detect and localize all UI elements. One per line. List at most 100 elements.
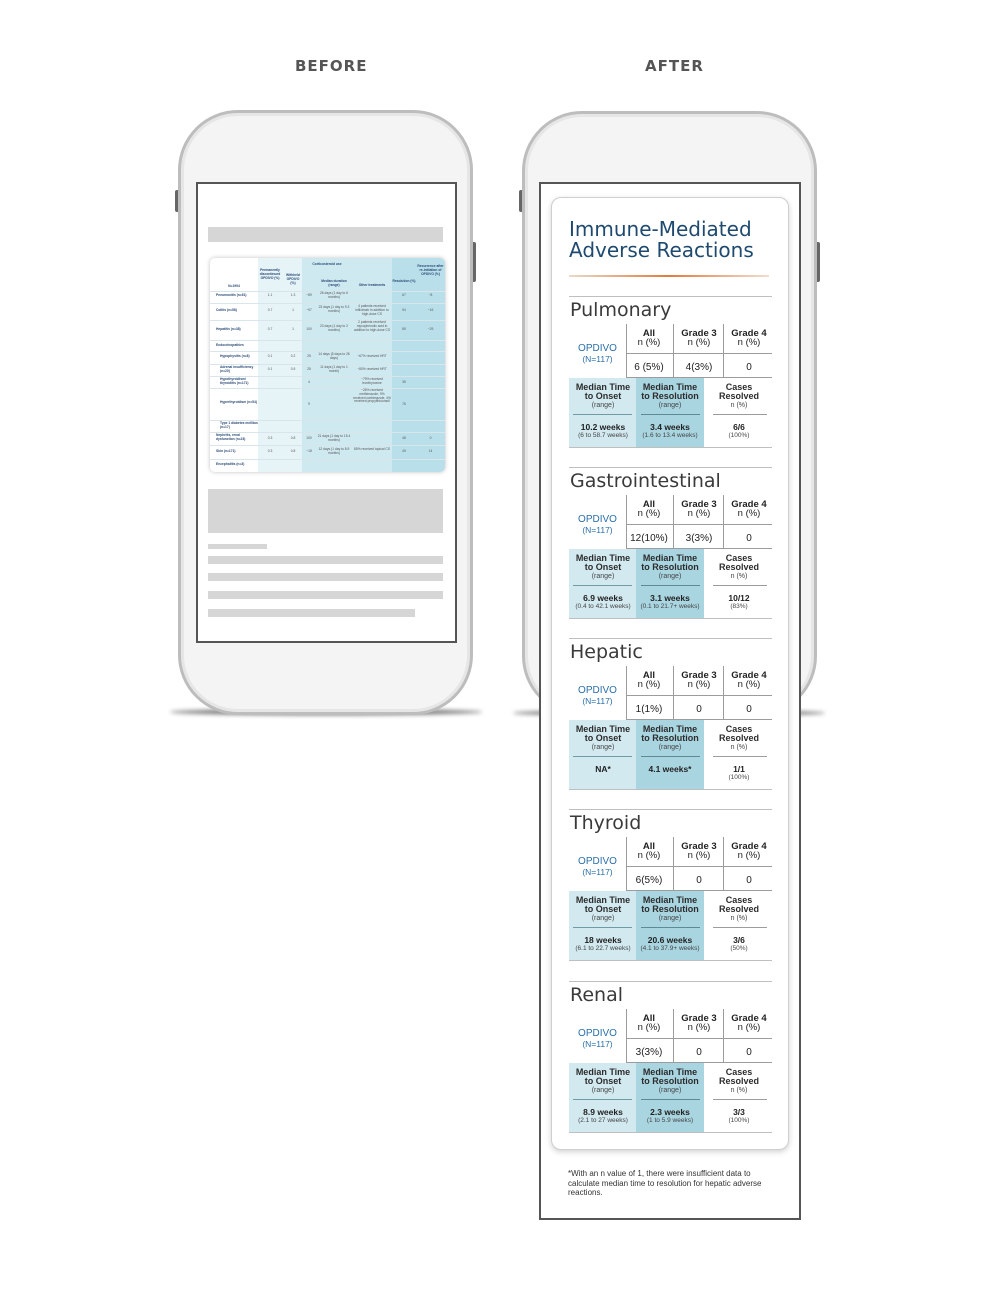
- table-cell: 0.1: [267, 367, 273, 371]
- grade-header-unit: n (%): [637, 337, 661, 348]
- table-cell: 0.3: [267, 436, 273, 440]
- metric-header-line2: to Onset: [584, 904, 622, 914]
- table-row-label: Hypophysitis (n=8): [220, 354, 250, 358]
- table-header: Median duration (range): [321, 279, 347, 287]
- grade-header: Grade 3n (%): [674, 842, 724, 861]
- metric-header-line2: to Onset: [584, 1076, 622, 1086]
- table-cell: 26 days (1 day to 6 months): [319, 291, 349, 299]
- metric-subheader: n (%): [730, 1087, 748, 1094]
- section-hepatic: Hepatic OPDIVO (N=117) All n (%) 1(1%) Grade 3…: [569, 638, 772, 810]
- section-bottom-rule: [569, 1132, 772, 1133]
- section-thyroid: Thyroid OPDIVO (N=117) All n (%) 6(5%) Grade 3…: [569, 809, 772, 981]
- metric-header-line2: Resolved: [718, 733, 760, 743]
- grid-line: [641, 585, 700, 586]
- placeholder-line: [208, 556, 443, 564]
- resolved-percent: (100%): [728, 1117, 750, 1124]
- opdivo-label: OPDIVO: [578, 685, 617, 696]
- resolved-value: 3/3: [733, 1107, 745, 1117]
- metric-header-line2: to Onset: [584, 733, 622, 743]
- table-cell: 0.5: [290, 367, 296, 371]
- table-cell: 0.7: [267, 308, 273, 312]
- table-cell: ~18: [306, 449, 312, 453]
- resolved-value: 1/1: [733, 764, 745, 774]
- grid-line: [641, 756, 700, 757]
- section-title: Pulmonary: [570, 299, 672, 321]
- section-top-rule: [569, 296, 772, 297]
- table-cell: 1.3: [290, 293, 296, 297]
- grade-header: Grade 3n (%): [674, 671, 724, 690]
- metric-header-line2: to Resolution: [641, 733, 699, 743]
- resolved-percent: (100%): [728, 774, 750, 781]
- table-cell: 23 days (1 day to 9.3 months): [318, 305, 350, 313]
- section-renal: Renal OPDIVO (N=117) All n (%) 3(3%) Grade 3n …: [569, 981, 772, 1153]
- before-label: BEFORE: [295, 57, 368, 75]
- grade-header: Grade 4n (%): [724, 1014, 774, 1033]
- table-cell: ~79% received levothyroxine: [361, 377, 383, 385]
- table-header: Recurrence after re-initiation of OPDIVO…: [417, 264, 444, 276]
- grade-header-unit: n (%): [637, 679, 661, 690]
- grid-line: [713, 1099, 767, 1100]
- grid-line: [626, 524, 772, 525]
- metric-header: Median Time to Onset: [570, 1068, 636, 1086]
- table-cell: 25: [307, 367, 311, 371]
- section-top-rule: [569, 467, 772, 468]
- placeholder-bar: [208, 227, 443, 242]
- section-gastrointestinal: Gastrointestinal OPDIVO (N=117) All n (%) 12(…: [569, 467, 772, 639]
- onset-value: 6.9 weeks: [583, 593, 623, 603]
- table-cell: 49: [402, 449, 406, 453]
- metric-header-line2: to Resolution: [641, 391, 699, 401]
- table-cell: 25: [307, 354, 311, 358]
- grade-value: 0: [746, 1047, 752, 1058]
- grid-line: [573, 756, 632, 757]
- onset-value: 10.2 weeks: [580, 422, 626, 432]
- section-title: Gastrointestinal: [570, 470, 721, 492]
- metric-header-line2: Resolved: [718, 904, 760, 914]
- table-cell: ~80% received HRT: [357, 367, 387, 371]
- metric-subheader: n (%): [730, 573, 748, 580]
- table-cell: 0.1: [267, 354, 273, 358]
- onset-range: (6.1 to 22.7 weeks): [575, 945, 631, 952]
- grade-value: 0: [746, 533, 752, 544]
- opdivo-label: OPDIVO: [578, 514, 617, 525]
- grade-value: 0: [696, 875, 702, 886]
- grade-header-unit: n (%): [687, 508, 711, 519]
- placeholder-line: [208, 544, 267, 549]
- metric-subheader: (range): [658, 402, 682, 409]
- table-cell: ~29: [427, 327, 434, 331]
- grid-line: [641, 414, 700, 415]
- onset-value: 8.9 weeks: [583, 1107, 623, 1117]
- resolution-value: 3.4 weeks: [650, 422, 690, 432]
- opdivo-n: (N=117): [582, 696, 613, 706]
- grade-header: Grade 4n (%): [724, 842, 774, 861]
- metric-header-line2: to Resolution: [641, 904, 699, 914]
- grade-value: 3(3%): [685, 533, 713, 544]
- grade-value: 6 (5%): [634, 362, 664, 373]
- section-top-rule: [569, 809, 772, 810]
- resolved-value: 10/12: [728, 593, 750, 603]
- section-bottom-rule: [569, 447, 772, 448]
- metric-header: Cases Resolved: [706, 1068, 772, 1086]
- metric-header: Median Time to Resolution: [637, 383, 703, 401]
- grade-header-unit: n (%): [687, 850, 711, 861]
- footnote: *With an n value of 1, there were insuff…: [568, 1169, 762, 1197]
- table-row-label: Colitis (n=58): [216, 308, 237, 312]
- metric-subheader: n (%): [730, 915, 748, 922]
- table-header: Corticosteroid use: [312, 262, 342, 266]
- grid-line: [626, 695, 772, 696]
- table-cell: 100: [306, 436, 312, 440]
- onset-value: 18 weeks: [584, 935, 622, 945]
- resolution-range: (4.1 to 37.9+ weeks): [640, 945, 700, 952]
- section-title: Hepatic: [570, 641, 643, 663]
- table-header: Resolution (%): [392, 279, 416, 283]
- resolution-value: 3.1 weeks: [650, 593, 690, 603]
- metric-subheader: (range): [591, 573, 615, 580]
- table-row-label: Encephalitis (n=3): [216, 462, 245, 466]
- section-top-rule: [569, 638, 772, 639]
- metric-subheader: (range): [591, 1087, 615, 1094]
- metric-subheader: (range): [658, 744, 682, 751]
- table-cell: 23 days (1 day to 2 months): [319, 324, 349, 332]
- grade-value: 6(5%): [635, 875, 663, 886]
- grade-header-unit: n (%): [737, 1022, 761, 1033]
- opdivo-label: OPDIVO: [578, 1028, 617, 1039]
- metric-header: Median Time to Resolution: [637, 1068, 703, 1086]
